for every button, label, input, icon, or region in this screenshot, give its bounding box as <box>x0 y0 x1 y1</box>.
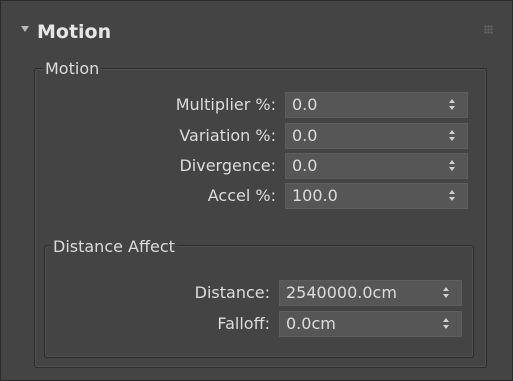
falloff-spinner[interactable]: 0.0cm <box>279 311 462 337</box>
distance-value[interactable]: 2540000.0cm <box>286 281 397 305</box>
multiplier-label: Multiplier %: <box>175 95 276 114</box>
divergence-spinner[interactable]: 0.0 <box>285 153 468 179</box>
variation-label: Variation %: <box>179 126 276 145</box>
spinner-arrows-icon[interactable] <box>443 287 451 300</box>
collapse-arrow-icon[interactable] <box>21 26 29 32</box>
distance-label: Distance: <box>194 283 270 302</box>
spinner-arrows-icon[interactable] <box>449 190 457 203</box>
accel-value[interactable]: 100.0 <box>292 184 338 208</box>
multiplier-spinner[interactable]: 0.0 <box>285 92 468 118</box>
spinner-arrows-icon[interactable] <box>443 318 451 331</box>
falloff-label: Falloff: <box>217 314 270 333</box>
variation-value[interactable]: 0.0 <box>292 124 317 148</box>
spinner-arrows-icon[interactable] <box>449 130 457 143</box>
spinner-arrows-icon[interactable] <box>449 160 457 173</box>
divergence-label: Divergence: <box>179 156 276 175</box>
rollout-header[interactable]: Motion <box>19 19 499 47</box>
variation-spinner[interactable]: 0.0 <box>285 123 468 149</box>
distance-affect-legend: Distance Affect <box>51 237 177 256</box>
accel-spinner[interactable]: 100.0 <box>285 183 468 209</box>
divergence-value[interactable]: 0.0 <box>292 154 317 178</box>
distance-spinner[interactable]: 2540000.0cm <box>279 280 462 306</box>
multiplier-value[interactable]: 0.0 <box>292 93 317 117</box>
spinner-arrows-icon[interactable] <box>449 99 457 112</box>
accel-label: Accel %: <box>207 186 276 205</box>
motion-rollout-panel: Motion Motion Multiplier %: 0.0 Variatio… <box>0 0 513 381</box>
grip-dots-icon[interactable] <box>484 25 493 34</box>
falloff-value[interactable]: 0.0cm <box>286 312 336 336</box>
rollout-title[interactable]: Motion <box>37 19 111 45</box>
motion-group-legend: Motion <box>43 59 102 78</box>
